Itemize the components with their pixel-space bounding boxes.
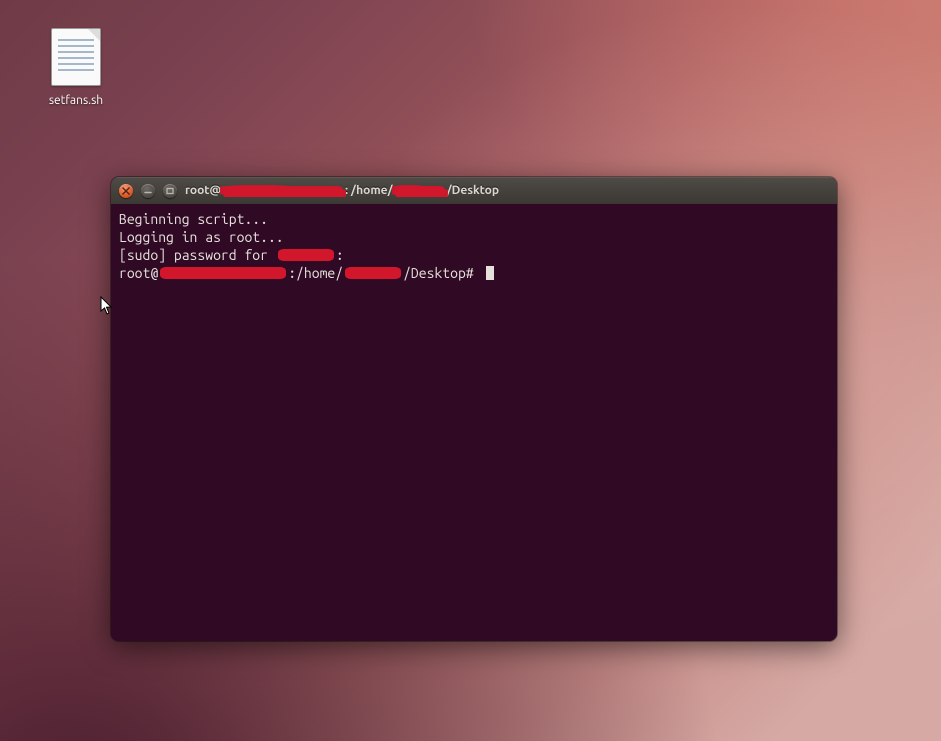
terminal-prompt-line: root@ :/home/ /Desktop# <box>119 264 829 282</box>
title-prefix: root@ <box>185 184 221 197</box>
terminal-text: root@ <box>119 264 158 282</box>
terminal-line: Beginning script... <box>119 210 829 228</box>
window-close-button[interactable] <box>119 184 133 198</box>
terminal-line: Logging in as root... <box>119 228 829 246</box>
window-maximize-button[interactable] <box>163 184 177 198</box>
terminal-cursor <box>486 266 494 280</box>
terminal-text: : <box>336 246 344 264</box>
desktop-file-setfans[interactable]: setfans.sh <box>36 28 116 108</box>
terminal-text: Logging in as root... <box>119 228 284 246</box>
close-icon <box>122 187 130 195</box>
terminal-text: Beginning script... <box>119 210 268 228</box>
file-label: setfans.sh <box>46 93 106 108</box>
redacted-hostname <box>160 267 286 279</box>
minimize-icon <box>144 187 152 195</box>
redacted-username <box>345 267 401 279</box>
terminal-body[interactable]: Beginning script... Logging in as root..… <box>111 204 837 641</box>
desktop-wallpaper: setfans.sh root@ : /home/ /Desktop <box>0 0 941 741</box>
window-titlebar[interactable]: root@ : /home/ /Desktop <box>111 177 837 205</box>
window-title: root@ : /home/ /Desktop <box>185 184 829 197</box>
terminal-window[interactable]: root@ : /home/ /Desktop Beginning script… <box>111 177 837 641</box>
terminal-text: :/home/ <box>288 264 343 282</box>
file-icon <box>51 28 101 86</box>
terminal-text: [sudo] password for <box>119 246 276 264</box>
terminal-line: [sudo] password for : <box>119 246 829 264</box>
terminal-text: /Desktop# <box>403 264 481 282</box>
window-minimize-button[interactable] <box>141 184 155 198</box>
title-mid: : /home/ <box>345 184 393 197</box>
title-suffix: /Desktop <box>447 184 499 197</box>
maximize-icon <box>166 187 174 195</box>
redacted-username <box>278 249 334 261</box>
redacted-hostname <box>223 186 343 198</box>
redacted-username <box>395 186 445 198</box>
